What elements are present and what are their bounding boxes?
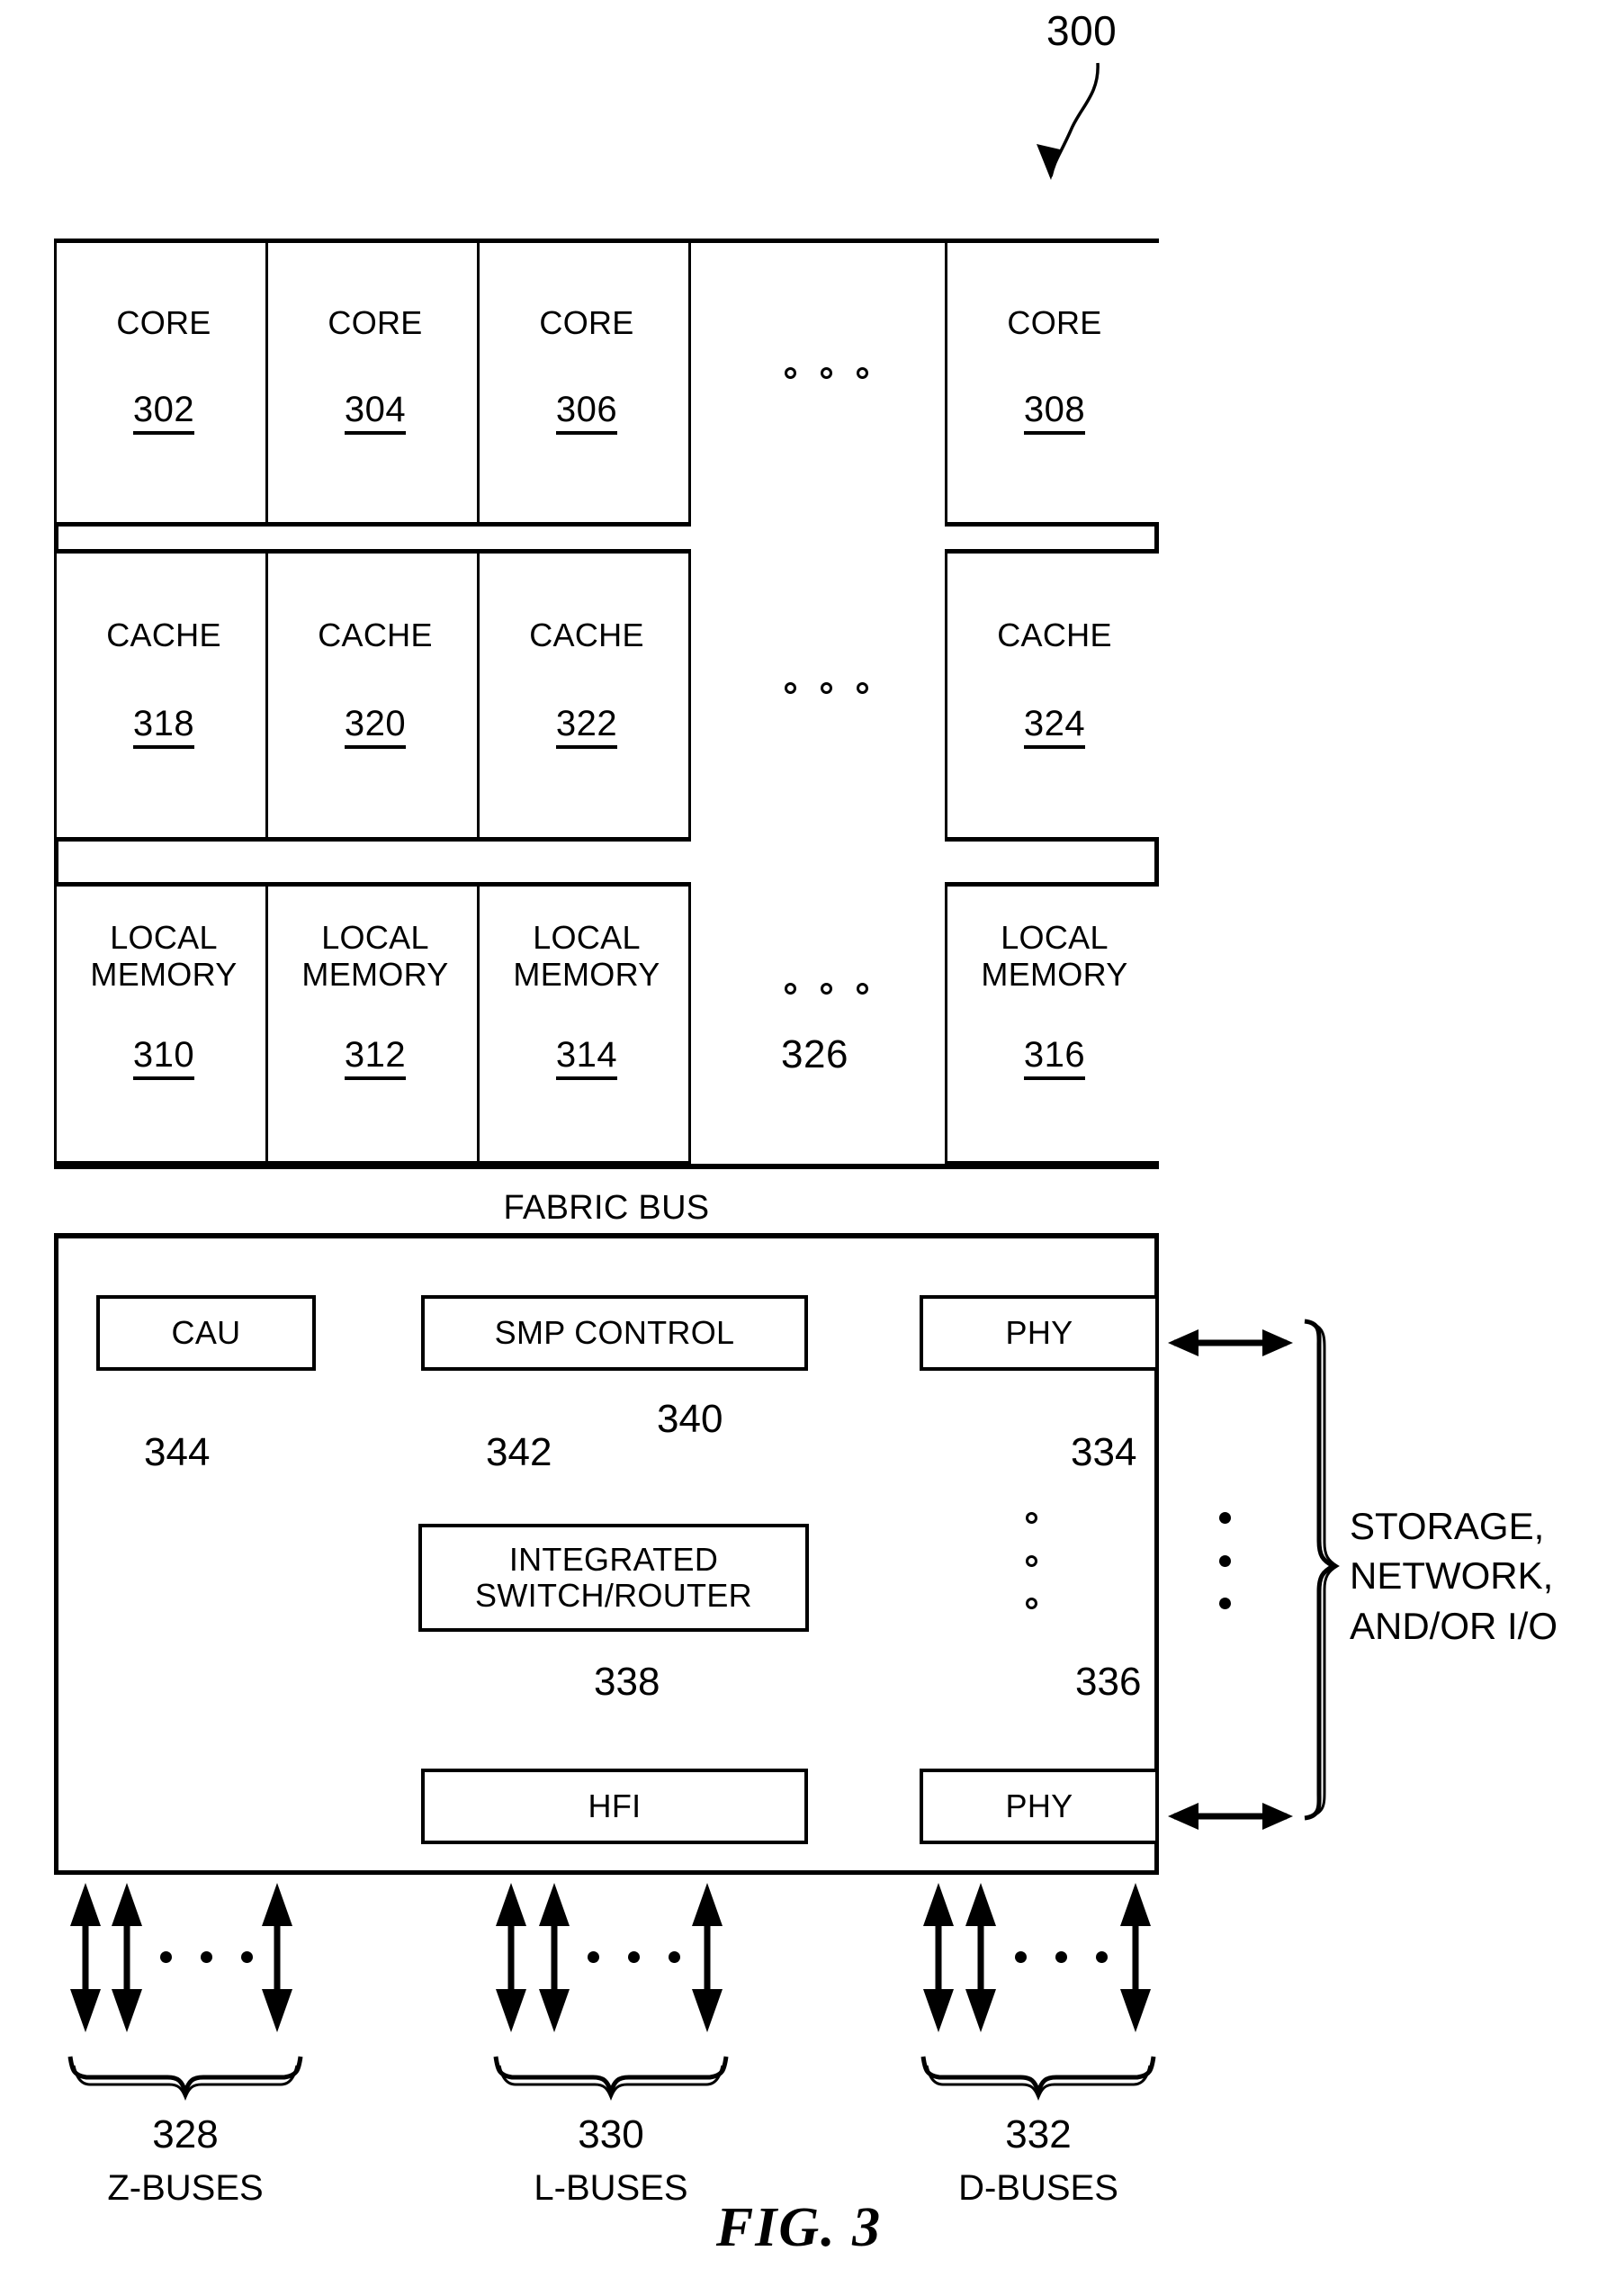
phy-bottom-block[interactable]: PHY bbox=[920, 1769, 1159, 1844]
local-memory-row: LOCAL MEMORY 310 LOCAL MEMORY 312 LOCAL … bbox=[54, 882, 1159, 1166]
local-memory-row-ellipsis: 326 bbox=[691, 882, 947, 1166]
core-cell-304[interactable]: CORE 304 bbox=[265, 239, 480, 527]
core-cell-306[interactable]: CORE 306 bbox=[477, 239, 691, 527]
cache-ref-322: 322 bbox=[480, 704, 694, 750]
integrated-switch-router-block[interactable]: INTEGRATED SWITCH/ROUTER bbox=[418, 1524, 809, 1632]
core-label-304: CORE bbox=[328, 304, 423, 341]
cache-ref-320: 320 bbox=[268, 704, 482, 750]
core-ref-302: 302 bbox=[57, 390, 271, 436]
cache-label-322: CACHE bbox=[529, 617, 644, 653]
local-memory-ref-316: 316 bbox=[947, 1035, 1162, 1081]
phy-column-ellipsis bbox=[1026, 1512, 1062, 1665]
core-cell-302[interactable]: CORE 302 bbox=[54, 239, 268, 527]
fabric-bus-reference-326: 326 bbox=[781, 1032, 848, 1076]
local-memory-cell-316[interactable]: LOCAL MEMORY 316 bbox=[945, 882, 1159, 1166]
hfi-label: HFI bbox=[588, 1787, 642, 1824]
phy-top-block[interactable]: PHY bbox=[920, 1295, 1159, 1371]
l-bus-reference-330: 330 bbox=[578, 2112, 644, 2156]
core-row-ellipsis bbox=[691, 239, 947, 527]
core-label-302: CORE bbox=[116, 304, 211, 341]
cau-block[interactable]: CAU bbox=[96, 1295, 316, 1371]
local-memory-label-310: LOCAL MEMORY bbox=[90, 919, 238, 994]
cache-label-320: CACHE bbox=[318, 617, 433, 653]
d-bus-ellipsis bbox=[1015, 1951, 1123, 1969]
figure-caption: FIG. 3 bbox=[715, 2197, 883, 2258]
cau-label: CAU bbox=[171, 1313, 241, 1351]
core-ref-306: 306 bbox=[480, 390, 694, 436]
phy-bottom-label: PHY bbox=[1005, 1787, 1073, 1824]
local-memory-label-316: LOCAL MEMORY bbox=[981, 919, 1128, 994]
cache-cell-322[interactable]: CACHE 322 bbox=[477, 549, 691, 842]
integrated-switch-router-reference-340: 340 bbox=[657, 1397, 723, 1441]
local-memory-ref-310: 310 bbox=[57, 1035, 271, 1081]
smp-control-block[interactable]: SMP CONTROL bbox=[421, 1295, 808, 1371]
l-bus-ellipsis bbox=[588, 1951, 696, 1969]
figure-top-reference: 300 bbox=[1046, 7, 1118, 54]
cache-row: CACHE 318 CACHE 320 CACHE 322 CACHE 324 bbox=[54, 549, 1159, 842]
cache-cell-324[interactable]: CACHE 324 bbox=[945, 549, 1159, 842]
local-memory-label-314: LOCAL MEMORY bbox=[513, 919, 660, 994]
phy-top-label: PHY bbox=[1005, 1313, 1073, 1351]
core-cell-308[interactable]: CORE 308 bbox=[945, 239, 1159, 527]
patent-figure-3: 300 CORE 302 CORE 304 CORE 306 CORE 308 … bbox=[0, 0, 1598, 2296]
fabric-bus-bar[interactable]: FABRIC BUS bbox=[54, 1164, 1159, 1238]
cache-ref-318: 318 bbox=[57, 704, 271, 750]
core-label-306: CORE bbox=[539, 304, 634, 341]
smp-control-reference-342: 342 bbox=[486, 1430, 552, 1474]
phy-top-reference-334: 334 bbox=[1071, 1430, 1137, 1474]
local-memory-cell-310[interactable]: LOCAL MEMORY 310 bbox=[54, 882, 268, 1166]
fabric-bus-label: FABRIC BUS bbox=[503, 1189, 710, 1227]
local-memory-label-312: LOCAL MEMORY bbox=[301, 919, 449, 994]
cau-reference-344: 344 bbox=[144, 1430, 211, 1474]
z-bus-reference-328: 328 bbox=[152, 2112, 219, 2156]
hfi-reference-338: 338 bbox=[594, 1660, 660, 1704]
external-devices-label: STORAGE, NETWORK, AND/OR I/O bbox=[1350, 1505, 1558, 1647]
z-bus-ellipsis bbox=[160, 1951, 268, 1969]
core-row: CORE 302 CORE 304 CORE 306 CORE 308 bbox=[54, 239, 1159, 527]
local-memory-cell-314[interactable]: LOCAL MEMORY 314 bbox=[477, 882, 691, 1166]
external-link-ellipsis bbox=[1219, 1512, 1255, 1665]
cache-row-ellipsis bbox=[691, 549, 947, 842]
core-ref-308: 308 bbox=[947, 390, 1162, 436]
core-ref-304: 304 bbox=[268, 390, 482, 436]
d-bus-reference-332: 332 bbox=[1005, 2112, 1072, 2156]
hfi-block[interactable]: HFI bbox=[421, 1769, 808, 1844]
integrated-switch-router-label: INTEGRATED SWITCH/ROUTER bbox=[475, 1540, 752, 1614]
cache-ref-324: 324 bbox=[947, 704, 1162, 750]
cache-label-324: CACHE bbox=[997, 617, 1112, 653]
cache-cell-318[interactable]: CACHE 318 bbox=[54, 549, 268, 842]
smp-control-label: SMP CONTROL bbox=[494, 1313, 735, 1351]
cache-label-318: CACHE bbox=[106, 617, 221, 653]
local-memory-ref-312: 312 bbox=[268, 1035, 482, 1081]
local-memory-cell-312[interactable]: LOCAL MEMORY 312 bbox=[265, 882, 480, 1166]
core-label-308: CORE bbox=[1007, 304, 1102, 341]
phy-bottom-reference-336: 336 bbox=[1075, 1660, 1142, 1704]
cache-cell-320[interactable]: CACHE 320 bbox=[265, 549, 480, 842]
local-memory-ref-314: 314 bbox=[480, 1035, 694, 1081]
